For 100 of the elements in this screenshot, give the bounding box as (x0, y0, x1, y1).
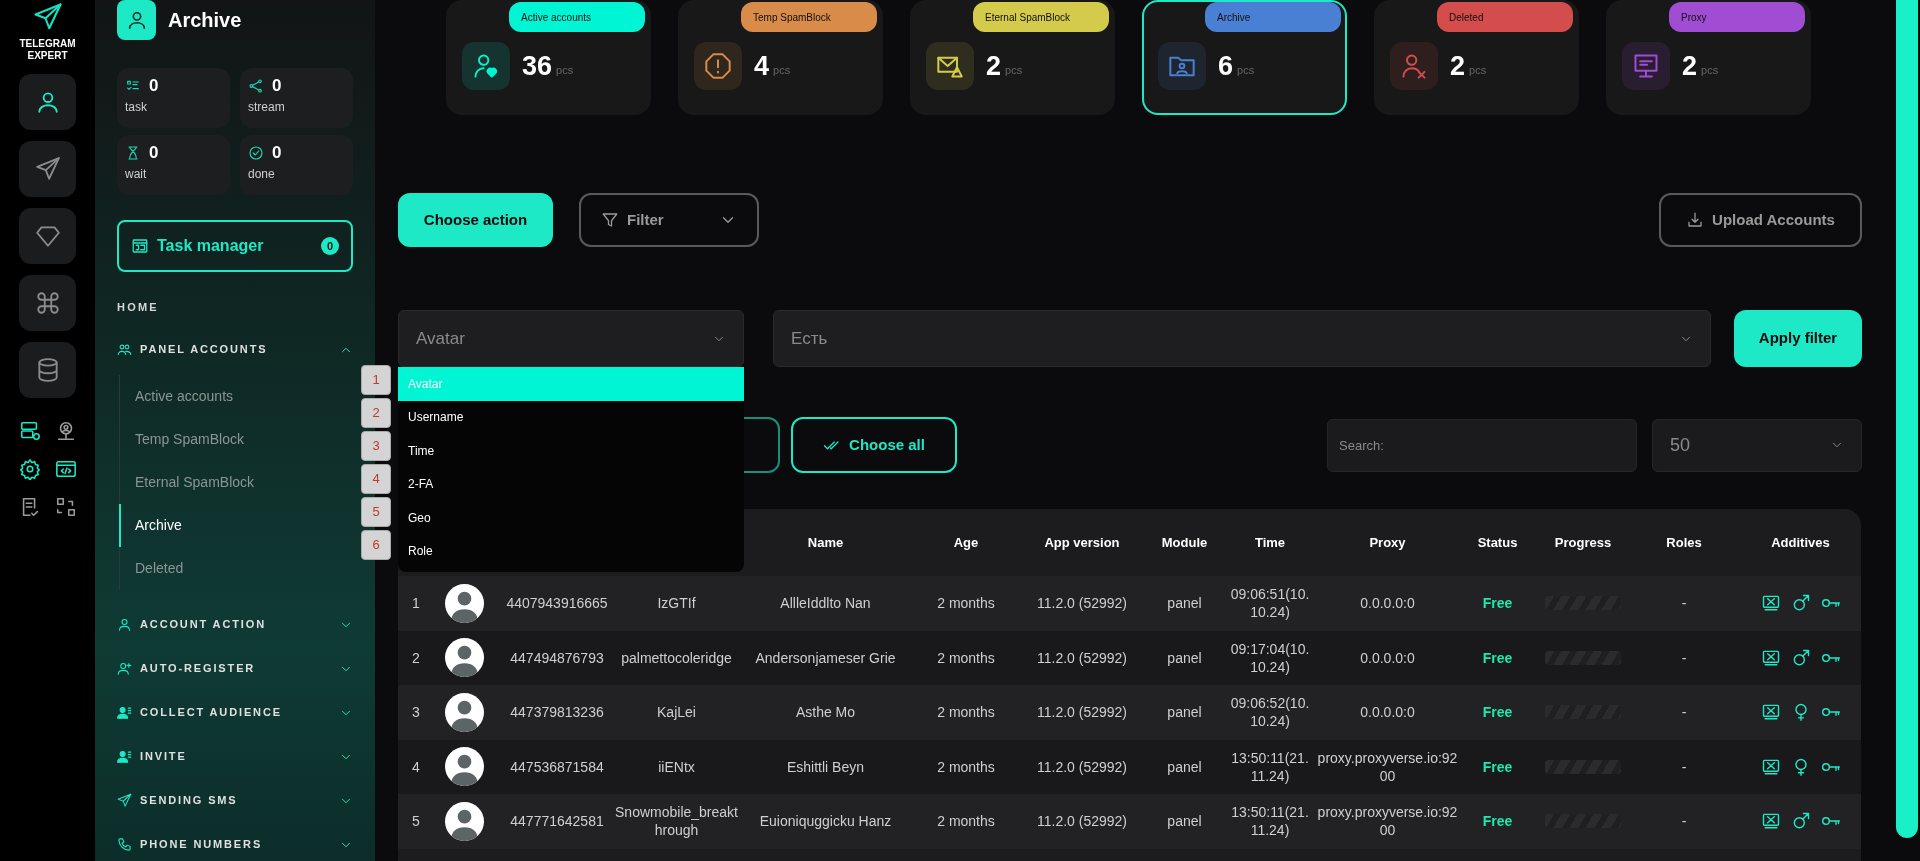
field-select[interactable]: Avatar (398, 310, 744, 367)
rail-button[interactable] (19, 275, 76, 331)
upload-icon (1686, 211, 1705, 229)
rail-tool-button[interactable] (54, 458, 77, 480)
table-cell-text: 13:50:11(21.11.24) (1230, 748, 1310, 785)
number-marker: 2 (361, 398, 391, 428)
diamond-icon (34, 223, 61, 249)
table-cell-text: Snowmobile_breakthrough (614, 803, 739, 840)
apply-filter-button[interactable]: Apply filter (1734, 310, 1862, 367)
stat-card[interactable]: Deleted 2 pcs (1374, 0, 1579, 115)
filter-button[interactable]: Filter (579, 193, 759, 247)
user-heart-icon (472, 52, 500, 80)
user-list-icon (117, 749, 132, 764)
submenu-item[interactable]: Archive (119, 503, 353, 547)
value-select[interactable]: Есть (773, 310, 1711, 367)
submenu-item[interactable]: Deleted (119, 546, 353, 590)
rail-tool-button[interactable] (18, 458, 41, 480)
paper-plane-icon (117, 793, 132, 808)
table-cell-text: Free (1481, 812, 1514, 831)
table-cell-text: 09:17:04(10.10.24) (1229, 639, 1311, 676)
table-cell-text: 2 (411, 648, 421, 667)
funnel-icon (601, 211, 619, 229)
rail-button[interactable] (19, 74, 76, 130)
table-cell-text: panel (1166, 594, 1203, 613)
scrollbar[interactable] (1896, 0, 1918, 838)
status-tag: Active accounts (509, 2, 645, 32)
number-marker: 6 (361, 530, 391, 560)
choose-action-button[interactable]: Choose action (398, 193, 553, 247)
stat-unit: pcs (1237, 62, 1255, 78)
dropdown-option[interactable]: Time (398, 434, 744, 468)
brand-name: TELEGRAM EXPERT (18, 38, 77, 62)
paper-plane-icon (34, 156, 61, 182)
stat-unit: pcs (1469, 62, 1487, 78)
task-board-icon (131, 237, 149, 255)
menu-section[interactable]: ACCOUNT ACTION (117, 611, 353, 638)
command-icon (34, 290, 61, 316)
table-cell-text: 3 (411, 703, 421, 722)
search-field[interactable]: Search: (1327, 418, 1637, 472)
rail-tool-button[interactable] (54, 496, 77, 518)
table-cell-text: 2 months (936, 648, 996, 667)
dropdown-option[interactable]: Role (398, 534, 744, 568)
table-cell-text: 2 months (936, 703, 996, 722)
menu-section[interactable]: SENDING SMS (117, 787, 353, 814)
counter-label: task (125, 99, 148, 116)
menu-section[interactable]: COLLECT AUDIENCE (117, 699, 353, 726)
octagon-warning-icon (704, 52, 732, 80)
counter-value: 0 (272, 76, 282, 96)
table-cell-text: IzGTIf (656, 594, 697, 613)
table-cell-text: panel (1166, 812, 1203, 831)
task-manager-button[interactable]: Task manager 0 (117, 220, 353, 272)
status-tag: Eternal SpamBlock (973, 2, 1109, 32)
submenu-item[interactable]: Active accounts (119, 374, 353, 418)
table-cell-text: panel (1166, 757, 1203, 776)
counter-value: 0 (272, 143, 282, 163)
rail-button[interactable] (19, 342, 76, 398)
dropdown-option[interactable]: Geo (398, 501, 744, 535)
number-marker: 4 (361, 464, 391, 494)
table-cell-text: proxy.proxyverse.io:9200 (1316, 748, 1459, 785)
dropdown-option[interactable]: 2-FA (398, 467, 744, 501)
table-cell-text: AllleIddlto Nan (779, 594, 872, 613)
menu-section[interactable]: AUTO-REGISTER (117, 655, 353, 682)
count-badge: 0 (321, 237, 339, 255)
table-cell-text: 09:06:51(10.10.24) (1229, 585, 1311, 622)
table-cell-text: 13:50:11(21.11.24) (1230, 803, 1310, 840)
table-cell-text: Free (1481, 648, 1514, 667)
rail-button[interactable] (19, 208, 76, 264)
upload-accounts-button[interactable]: Upload Accounts (1659, 193, 1862, 247)
code-window-icon (54, 458, 77, 480)
submenu-item[interactable]: Eternal SpamBlock (119, 460, 353, 504)
menu-heading: HOME (117, 300, 160, 315)
table-cell-text: 5 (411, 812, 421, 831)
page-size-select[interactable]: 50 (1652, 418, 1862, 472)
stat-card[interactable]: Proxy 2 pcs (1606, 0, 1811, 115)
menu-section[interactable]: PHONE NUMBERS (117, 831, 353, 858)
choose-all-button[interactable]: Choose all (791, 417, 957, 473)
menu-section[interactable]: INVITE (117, 743, 353, 770)
stat-card[interactable]: Active accounts 36 pcs (446, 0, 651, 115)
table-cell-text: 2 months (936, 594, 996, 613)
share-icon (248, 78, 264, 94)
server-check-icon (18, 420, 41, 442)
rail-tool-button[interactable] (18, 420, 41, 442)
menu-section[interactable]: PANEL ACCOUNTS (117, 336, 353, 363)
dropdown-option[interactable]: Username (398, 400, 744, 434)
counter-label: wait (125, 166, 148, 183)
table-cell-text: KajLei (656, 703, 697, 722)
table-cell-text: Euioniquggicku Hanz (758, 812, 893, 831)
stat-unit: pcs (1701, 62, 1719, 78)
rail-button[interactable] (19, 141, 76, 197)
check-circle-icon (248, 145, 264, 161)
table-cell-text: 11.2.0 (52992) (1036, 757, 1128, 776)
avatar-placeholder (445, 692, 484, 732)
monitor-icon (1632, 52, 1660, 80)
submenu-item[interactable]: Temp SpamBlock (119, 417, 353, 461)
stat-count: 2 (1682, 49, 1698, 83)
stat-count: 4 (754, 49, 770, 83)
number-marker: 5 (361, 497, 391, 527)
stat-card[interactable]: Archive 6 pcs (1142, 0, 1347, 115)
table-cell-text: Free (1481, 594, 1514, 613)
stat-card[interactable]: Temp SpamBlock 4 pcs (678, 0, 883, 115)
stat-card[interactable]: Eternal SpamBlock 2 pcs (910, 0, 1115, 115)
